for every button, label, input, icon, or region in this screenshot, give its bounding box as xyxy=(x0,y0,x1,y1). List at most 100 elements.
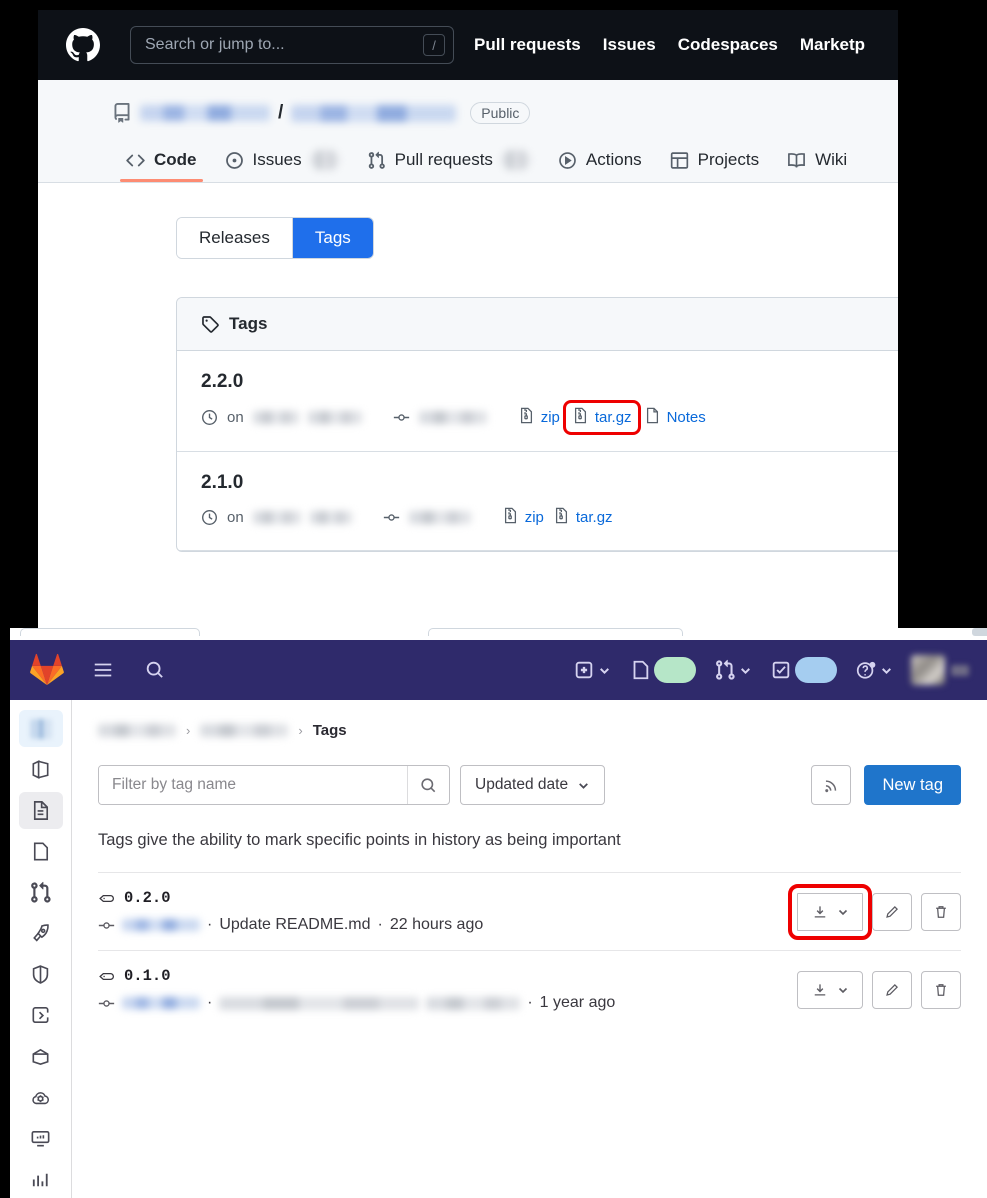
tag-filter-input[interactable] xyxy=(99,766,407,804)
gitlab-fox-icon[interactable] xyxy=(30,653,64,687)
create-new-dropdown[interactable] xyxy=(573,659,611,681)
commit-message-redacted[interactable] xyxy=(219,996,420,1010)
tag-name[interactable]: 2.2.0 xyxy=(201,371,898,393)
user-avatar[interactable] xyxy=(911,655,969,685)
gitlab-project-sidebar xyxy=(10,700,72,1198)
issues-indicator[interactable] xyxy=(629,657,696,683)
tag-download-targz[interactable]: tar.gz xyxy=(562,400,641,435)
tab-pull-requests-label: Pull requests xyxy=(394,150,493,169)
breadcrumb-project-redacted[interactable] xyxy=(200,724,289,737)
tag-commit-redacted[interactable] xyxy=(408,511,471,524)
issues-icon xyxy=(33,842,49,861)
nav-issues[interactable]: Issues xyxy=(603,35,656,55)
sidebar-item-merge-requests[interactable] xyxy=(19,874,63,911)
download-dropdown-button[interactable] xyxy=(797,970,863,1009)
sidebar-item-repository[interactable] xyxy=(18,792,63,829)
tab-code[interactable]: Code xyxy=(112,142,211,182)
git-commit-icon xyxy=(98,921,115,929)
sidebar-item-project-avatar[interactable] xyxy=(18,710,63,747)
sidebar-item-deployments[interactable] xyxy=(19,915,63,952)
avatar-label-redacted xyxy=(951,664,969,676)
delete-tag-button[interactable] xyxy=(921,892,961,931)
sidebar-item-infrastructure[interactable] xyxy=(19,1079,63,1116)
sidebar-item-security-compliance[interactable] xyxy=(19,956,63,993)
commit-time: 1 year ago xyxy=(539,994,616,1011)
github-repo-tabs: Code Issues Pull requests Actions Projec… xyxy=(38,124,898,182)
merge-requests-dropdown[interactable] xyxy=(714,659,752,681)
question-circle-icon xyxy=(855,659,877,681)
tab-issues-label: Issues xyxy=(252,150,302,169)
github-mark-icon[interactable] xyxy=(66,28,100,62)
targz-label: tar.gz xyxy=(594,409,632,426)
tag-download-zip[interactable]: zip xyxy=(518,407,560,428)
tag-date-redacted xyxy=(252,511,301,524)
sidebar-item-packages-registries[interactable] xyxy=(19,1038,63,1075)
tag-download-targz[interactable]: tar.gz xyxy=(553,507,613,528)
tab-wiki[interactable]: Wiki xyxy=(773,142,861,182)
file-zip-icon xyxy=(553,507,570,528)
nav-codespaces[interactable]: Codespaces xyxy=(678,35,778,55)
new-tag-button[interactable]: New tag xyxy=(864,765,961,805)
breadcrumb-group-redacted[interactable] xyxy=(98,724,176,737)
chevron-down-icon xyxy=(838,987,848,993)
tag-name-row[interactable]: 0.1.0 xyxy=(98,967,797,985)
commit-message[interactable]: Update README.md xyxy=(219,916,370,934)
github-repo-subheader: / Public Code Issues Pull requests Actio… xyxy=(38,80,898,183)
toolbar-right-actions: New tag xyxy=(811,765,961,805)
tab-issues[interactable]: Issues xyxy=(211,142,353,182)
sidebar-item-ci-cd[interactable] xyxy=(19,997,63,1034)
git-commit-icon xyxy=(393,414,409,421)
search-icon[interactable] xyxy=(144,659,166,681)
tab-projects[interactable]: Projects xyxy=(656,142,773,182)
sidebar-item-issues[interactable] xyxy=(19,833,63,870)
meta-separator: · xyxy=(207,916,213,933)
tag-download-zip[interactable]: zip xyxy=(502,507,544,528)
tag-commit-redacted[interactable] xyxy=(418,411,487,424)
new-tag-label: New tag xyxy=(882,775,943,794)
edit-tag-button[interactable] xyxy=(872,892,912,931)
delete-tag-button[interactable] xyxy=(921,970,961,1009)
repo-owner-redacted[interactable] xyxy=(140,105,270,121)
repo-name-redacted[interactable] xyxy=(291,104,457,122)
targz-label: tar.gz xyxy=(575,509,613,526)
hamburger-menu-icon[interactable] xyxy=(92,659,114,681)
tab-actions[interactable]: Actions xyxy=(544,142,656,182)
meta-separator-2: · xyxy=(527,994,533,1011)
gitlab-main-area: › › Tags Updated date xyxy=(10,700,987,1198)
download-dropdown-button[interactable] xyxy=(788,883,872,940)
filter-by-tag-name-field[interactable] xyxy=(98,765,450,805)
sidebar-item-project-overview[interactable] xyxy=(19,751,63,788)
document-icon xyxy=(33,801,49,820)
sidebar-item-monitor[interactable] xyxy=(19,1120,63,1157)
tag-name[interactable]: 2.1.0 xyxy=(201,472,898,494)
tag-notes-link[interactable]: Notes xyxy=(644,407,706,428)
tag-name-row[interactable]: 0.2.0 xyxy=(98,889,797,907)
edit-tag-button[interactable] xyxy=(872,970,912,1009)
chart-bars-icon xyxy=(32,1173,48,1187)
tab-pull-requests[interactable]: Pull requests xyxy=(353,142,544,182)
tag-date-redacted-2 xyxy=(307,411,362,424)
nav-marketplace[interactable]: Marketp xyxy=(800,35,865,55)
tag-name: 0.1.0 xyxy=(124,967,171,985)
rss-feed-button[interactable] xyxy=(811,765,852,805)
file-zip-icon xyxy=(502,507,519,528)
commit-sha-redacted[interactable] xyxy=(122,919,200,931)
sort-label: Updated date xyxy=(475,776,569,793)
commit-sha-redacted[interactable] xyxy=(122,997,200,1009)
book-icon xyxy=(788,152,806,168)
monitor-icon xyxy=(31,1130,50,1147)
filter-search-button[interactable] xyxy=(407,766,449,804)
toggle-tags[interactable]: Tags xyxy=(291,218,373,258)
project-avatar-icon xyxy=(29,718,52,739)
toggle-releases[interactable]: Releases xyxy=(177,218,292,258)
tag-info: 0.1.0 · · 1 year ago xyxy=(98,967,797,1012)
sort-dropdown[interactable]: Updated date xyxy=(460,765,606,805)
github-search-input[interactable]: Search or jump to... / xyxy=(130,26,454,64)
shield-icon xyxy=(32,965,49,984)
breadcrumb: › › Tags xyxy=(98,722,961,739)
nav-pull-requests[interactable]: Pull requests xyxy=(474,35,581,55)
code-brackets-icon xyxy=(126,154,145,166)
sidebar-item-analytics[interactable] xyxy=(19,1161,63,1198)
todos-indicator[interactable] xyxy=(770,657,837,683)
help-dropdown[interactable] xyxy=(855,659,893,681)
